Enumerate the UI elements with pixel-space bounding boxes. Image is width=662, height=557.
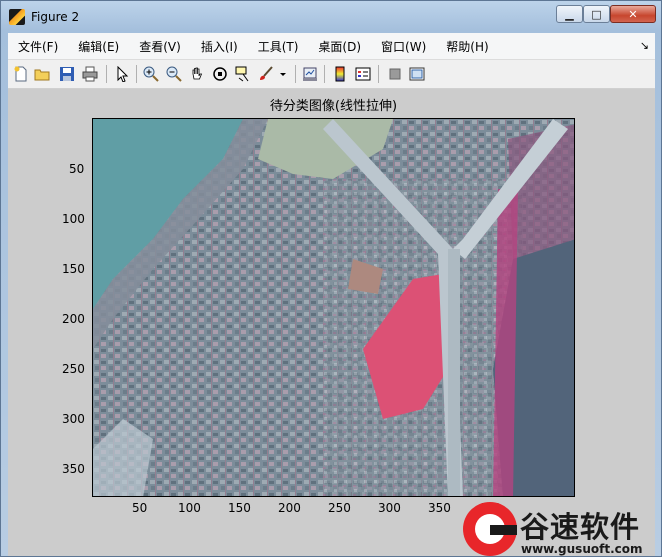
- zoom-out-icon[interactable]: [165, 65, 183, 83]
- save-icon[interactable]: [58, 65, 76, 83]
- logo-g-icon: [463, 502, 517, 556]
- toolbar-separator: [324, 65, 325, 83]
- satellite-image: [93, 119, 574, 496]
- new-figure-icon[interactable]: [12, 65, 30, 83]
- menu-edit[interactable]: 编辑(E): [68, 38, 129, 55]
- menu-desktop[interactable]: 桌面(D): [308, 38, 371, 55]
- y-tick-label: 100: [62, 212, 85, 226]
- figure-client: 文件(F) 编辑(E) 查看(V) 插入(I) 工具(T) 桌面(D) 窗口(W…: [8, 33, 655, 556]
- brush-dropdown-icon[interactable]: [278, 65, 288, 83]
- hide-plot-tools-icon[interactable]: [386, 65, 404, 83]
- maximize-button[interactable]: □: [583, 5, 610, 23]
- close-button[interactable]: ✕: [610, 5, 656, 23]
- title-bar[interactable]: Figure 2 ▁ □ ✕: [1, 1, 661, 33]
- print-icon[interactable]: [81, 65, 99, 83]
- data-cursor-icon[interactable]: [234, 65, 252, 83]
- toolbar-separator: [378, 65, 379, 83]
- dock-arrow-icon[interactable]: ↘: [640, 39, 649, 52]
- x-tick-label: 300: [378, 501, 401, 515]
- rotate-3d-icon[interactable]: [211, 65, 229, 83]
- menu-file[interactable]: 文件(F): [8, 38, 68, 55]
- x-tick-label: 200: [278, 501, 301, 515]
- watermark-url: www.gusuoft.com: [521, 542, 643, 556]
- minimize-button[interactable]: ▁: [556, 5, 583, 23]
- menu-view[interactable]: 查看(V): [129, 38, 191, 55]
- plot-title: 待分类图像(线性拉伸): [269, 99, 398, 114]
- link-plot-icon[interactable]: [301, 65, 319, 83]
- y-tick-label: 350: [62, 462, 85, 476]
- toolbar-separator: [295, 65, 296, 83]
- figure-toolbar: [8, 60, 655, 89]
- toolbar-separator: [106, 65, 107, 83]
- watermark-logo: 谷速软件 www.gusuoft.com: [463, 502, 662, 557]
- toolbar-separator: [136, 65, 137, 83]
- menu-bar: 文件(F) 编辑(E) 查看(V) 插入(I) 工具(T) 桌面(D) 窗口(W…: [8, 33, 655, 60]
- x-tick-label: 350: [428, 501, 451, 515]
- menu-help[interactable]: 帮助(H): [436, 38, 498, 55]
- menu-insert[interactable]: 插入(I): [191, 38, 248, 55]
- window-title: Figure 2: [31, 10, 80, 24]
- colorbar-icon[interactable]: [331, 65, 349, 83]
- figure-canvas[interactable]: 待分类图像(线性拉伸) 50 100 150 200 250 300 350 5…: [8, 89, 655, 556]
- y-tick-label: 250: [62, 362, 85, 376]
- matlab-icon: [9, 9, 25, 25]
- zoom-in-icon[interactable]: [142, 65, 160, 83]
- y-tick-label: 300: [62, 412, 85, 426]
- x-tick-label: 250: [328, 501, 351, 515]
- x-tick-label: 50: [132, 501, 148, 515]
- show-plot-tools-icon[interactable]: [408, 65, 426, 83]
- y-tick-label: 200: [62, 312, 85, 326]
- menu-tools[interactable]: 工具(T): [248, 38, 309, 55]
- x-tick-label: 150: [228, 501, 251, 515]
- y-tick-label: 50: [69, 162, 85, 176]
- pan-icon[interactable]: [188, 65, 206, 83]
- menu-window[interactable]: 窗口(W): [371, 38, 436, 55]
- edit-plot-icon[interactable]: [113, 65, 131, 83]
- figure-window: Figure 2 ▁ □ ✕ 文件(F) 编辑(E) 查看(V) 插入(I) 工…: [0, 0, 662, 557]
- watermark-brand: 谷速软件: [520, 510, 641, 544]
- y-tick-label: 150: [62, 262, 85, 276]
- image-axes[interactable]: [92, 118, 575, 497]
- brush-icon[interactable]: [257, 65, 275, 83]
- open-file-icon[interactable]: [33, 65, 51, 83]
- legend-icon[interactable]: [354, 65, 372, 83]
- x-tick-label: 100: [178, 501, 201, 515]
